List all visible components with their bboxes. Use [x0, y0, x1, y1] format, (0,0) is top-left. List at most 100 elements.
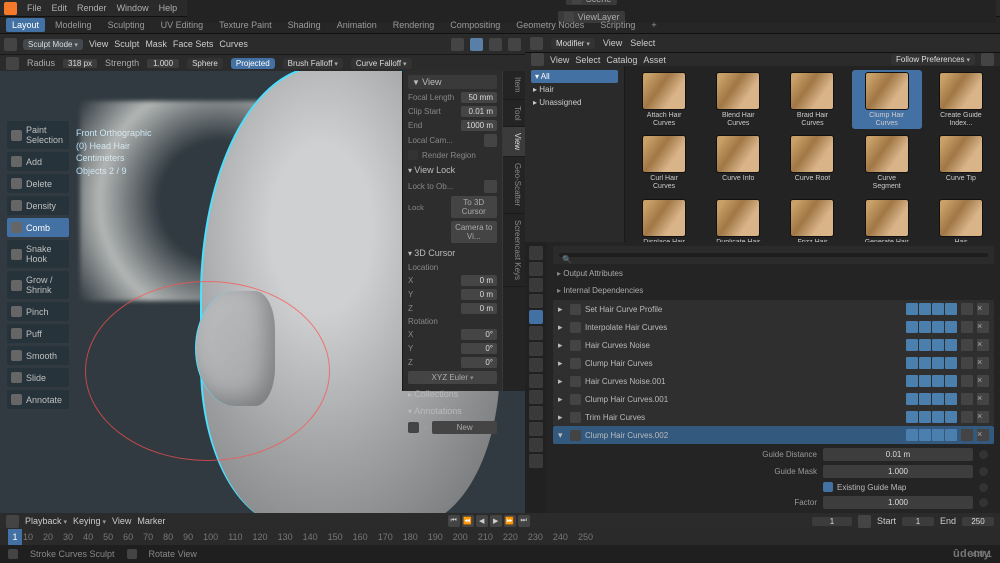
vp-mask[interactable]: Mask [145, 39, 167, 49]
workspace-tab-layout[interactable]: Layout [6, 18, 45, 32]
param-dot[interactable] [979, 467, 988, 476]
annot-prev-icon[interactable] [408, 422, 419, 433]
asset-item[interactable]: Create Guide Index... [926, 70, 996, 129]
node-modifier-select[interactable]: Modifier [551, 38, 595, 49]
modifier-row[interactable]: ▸Set Hair Curve Profile× [553, 300, 994, 318]
rot-x[interactable]: 0° [461, 329, 497, 340]
props-tab-icon[interactable] [529, 326, 543, 340]
props-tab-icon[interactable] [529, 246, 543, 260]
props-tab-icon[interactable] [529, 422, 543, 436]
add-workspace[interactable]: + [645, 18, 662, 32]
asset-item[interactable]: Curve Root [777, 133, 847, 192]
asset-import-mode[interactable]: Follow Preferences [891, 54, 975, 65]
rot-z[interactable]: 0° [461, 357, 497, 368]
mod-delete-icon[interactable]: × [977, 411, 989, 423]
current-frame[interactable]: 1 [812, 517, 852, 526]
tool-puff[interactable]: Puff [7, 324, 69, 343]
asset-item[interactable]: Curve Info [703, 133, 773, 192]
mod-toggle[interactable] [945, 357, 957, 369]
mod-extras-icon[interactable] [961, 303, 973, 315]
jump-start-icon[interactable]: ⏮ [448, 515, 460, 527]
mod-toggle[interactable] [945, 303, 957, 315]
focal-field[interactable]: 50 mm [461, 92, 497, 103]
workspace-tab-texture-paint[interactable]: Texture Paint [213, 18, 278, 32]
tool-density[interactable]: Density [7, 196, 69, 215]
catalog-unassigned[interactable]: ▸ Unassigned [531, 96, 618, 109]
clipstart-field[interactable]: 0.01 m [461, 106, 497, 117]
param-dot[interactable] [979, 498, 988, 507]
tl-marker[interactable]: Marker [137, 516, 165, 526]
tl-view[interactable]: View [112, 516, 131, 526]
curve-falloff[interactable]: Curve Falloff [351, 58, 412, 69]
props-tab-icon[interactable] [529, 390, 543, 404]
mod-extras-icon[interactable] [961, 357, 973, 369]
npanel-tab-geo-scatter[interactable]: Geo-Scatter [503, 157, 525, 213]
modifier-row[interactable]: ▸Hair Curves Noise× [553, 336, 994, 354]
asset-item[interactable]: Attach Hair Curves [629, 70, 699, 129]
vp-sculpt[interactable]: Sculpt [114, 39, 139, 49]
modifier-row[interactable]: ▸Trim Hair Curves× [553, 408, 994, 426]
mod-delete-icon[interactable]: × [977, 393, 989, 405]
tool-add[interactable]: Add [7, 152, 69, 171]
mod-extras-icon[interactable] [961, 429, 973, 441]
workspace-tab-shading[interactable]: Shading [282, 18, 327, 32]
modifier-row[interactable]: ▸Interpolate Hair Curves× [553, 318, 994, 336]
workspace-tab-geometry-nodes[interactable]: Geometry Nodes [510, 18, 590, 32]
catalog-hair[interactable]: ▸ Hair [531, 83, 618, 96]
n-panel[interactable]: ▼ View Focal Length50 mm Clip Start0.01 … [402, 71, 502, 391]
props-tab-icon[interactable] [529, 262, 543, 276]
param-field[interactable]: 1.000 [823, 496, 973, 509]
mod-toggle[interactable] [906, 303, 918, 315]
mod-toggle[interactable] [919, 321, 931, 333]
mod-toggle[interactable] [906, 321, 918, 333]
workspace-tab-compositing[interactable]: Compositing [444, 18, 506, 32]
np-cursor-header[interactable]: ▾ 3D Cursor [408, 246, 497, 260]
shading-solid-icon[interactable] [470, 38, 483, 51]
asset-item[interactable]: Curve Segment [852, 133, 922, 192]
menu-window[interactable]: Window [117, 3, 149, 13]
shading-wire-icon[interactable] [451, 38, 464, 51]
mod-delete-icon[interactable]: × [977, 357, 989, 369]
mod-toggle[interactable] [932, 429, 944, 441]
param-field[interactable]: 1.000 [823, 465, 973, 478]
workspace-tab-uv-editing[interactable]: UV Editing [155, 18, 210, 32]
clipend-field[interactable]: 1000 m [461, 120, 497, 131]
mod-toggle[interactable] [932, 339, 944, 351]
brush-falloff[interactable]: Brush Falloff [283, 58, 343, 69]
projected-toggle[interactable]: Projected [231, 58, 275, 69]
props-tab-icon[interactable] [529, 438, 543, 452]
np-annotations[interactable]: ▾ Annotations [408, 404, 497, 418]
editor-type-icon[interactable] [4, 38, 17, 51]
strength-field[interactable]: 1.000 [147, 59, 179, 68]
mod-toggle[interactable] [945, 321, 957, 333]
props-tab-icon[interactable] [529, 310, 543, 324]
tool-snake-hook[interactable]: Snake Hook [7, 240, 69, 268]
menu-file[interactable]: File [27, 3, 42, 13]
mod-toggle[interactable] [945, 429, 957, 441]
npanel-tab-item[interactable]: Item [503, 71, 525, 100]
mod-toggle[interactable] [919, 303, 931, 315]
sec-output-attr[interactable]: Output Attributes [553, 266, 994, 281]
loc-y[interactable]: 0 m [461, 289, 497, 300]
mod-toggle[interactable] [919, 411, 931, 423]
mod-toggle[interactable] [932, 321, 944, 333]
workspace-tab-sculpting[interactable]: Sculpting [102, 18, 151, 32]
modifier-row[interactable]: ▸Clump Hair Curves.001× [553, 390, 994, 408]
mod-extras-icon[interactable] [961, 321, 973, 333]
mod-toggle[interactable] [906, 429, 918, 441]
lock-cam-btn[interactable]: Camera to Vi... [451, 221, 498, 243]
modifier-row[interactable]: ▸Clump Hair Curves× [553, 354, 994, 372]
3d-viewport[interactable]: Front Orthographic(0) Head HairCentimete… [0, 71, 525, 513]
mod-delete-icon[interactable]: × [977, 303, 989, 315]
playhead[interactable]: 1 [8, 529, 22, 545]
np-viewlock-header[interactable]: ▾ View Lock [408, 163, 497, 177]
mod-toggle[interactable] [945, 339, 957, 351]
workspace-tab-modeling[interactable]: Modeling [49, 18, 98, 32]
mod-toggle[interactable] [919, 357, 931, 369]
asset-filter-icon[interactable] [981, 53, 994, 66]
rot-y[interactable]: 0° [461, 343, 497, 354]
loc-z[interactable]: 0 m [461, 303, 497, 314]
shading-render-icon[interactable] [508, 38, 521, 51]
mode-selector[interactable]: Sculpt Mode [23, 39, 83, 50]
jump-end-icon[interactable]: ⏭ [518, 515, 530, 527]
